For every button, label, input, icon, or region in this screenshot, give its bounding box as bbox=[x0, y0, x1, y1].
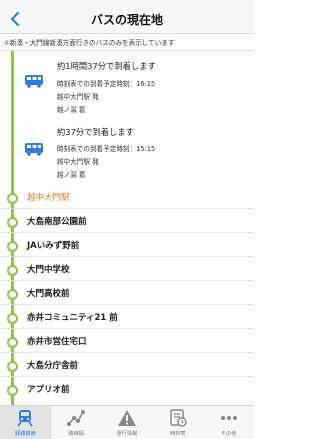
stop-name: 大門中学校 bbox=[27, 265, 70, 275]
navigation-bar: バスの現在地 bbox=[0, 4, 254, 34]
stop-marker bbox=[7, 289, 18, 300]
bus-scheduled-time: 時刻表での到着予定時刻：15:15 bbox=[57, 145, 156, 153]
bus-icon bbox=[25, 75, 43, 88]
bus-origin: 越中大門駅 発 bbox=[57, 158, 99, 166]
stop-name: 大島分庁舎前 bbox=[27, 361, 79, 371]
tab-bar: 経路検索 路線図 運行情報 時刻表 その他 bbox=[0, 405, 254, 439]
tab-label: 路線図 bbox=[68, 431, 84, 437]
stop-name: 大島南部公園前 bbox=[27, 217, 87, 227]
stop-marker bbox=[7, 361, 18, 372]
timetable-icon bbox=[170, 409, 187, 427]
stop-name: 赤井市営住宅口 bbox=[27, 337, 87, 347]
stop-marker bbox=[7, 337, 18, 348]
stop-item[interactable]: 赤井コミュニティ21 前 bbox=[0, 306, 254, 329]
tab-label: 経路検索 bbox=[15, 431, 36, 437]
bus-entry[interactable]: 約37分で到着します 時刻表での到着予定時刻：15:15 越中大門駅 発 越ノ潟… bbox=[0, 121, 254, 185]
stop-marker bbox=[7, 313, 18, 324]
tab-route-map[interactable]: 路線図 bbox=[51, 406, 102, 439]
stop-item[interactable]: JAいみず野前 bbox=[0, 234, 254, 257]
stop-marker bbox=[7, 193, 18, 204]
stop-marker bbox=[7, 385, 18, 396]
bus-icon bbox=[25, 143, 43, 156]
tab-service-info[interactable]: 運行情報 bbox=[102, 406, 153, 439]
tab-timetable[interactable]: 時刻表 bbox=[152, 406, 203, 439]
stop-name: JAいみず野前 bbox=[27, 241, 80, 251]
tab-label: その他 bbox=[220, 431, 237, 437]
tab-label: 運行情報 bbox=[116, 431, 138, 437]
bus-origin: 越中大門駅 発 bbox=[57, 93, 99, 101]
page-title: バスの現在地 bbox=[90, 13, 163, 27]
more-icon bbox=[220, 416, 237, 420]
stop-item[interactable]: 大門中学校 bbox=[0, 258, 254, 281]
bus-destination: 越ノ潟 着 bbox=[57, 106, 86, 114]
stop-item[interactable]: 大門高校前 bbox=[0, 282, 254, 305]
stop-item[interactable]: 大島南部公園前 bbox=[0, 210, 254, 233]
stop-item[interactable]: アプリオ前 bbox=[0, 378, 254, 401]
stop-marker bbox=[7, 217, 18, 228]
stop-marker bbox=[7, 241, 18, 252]
route-map-icon bbox=[67, 410, 86, 426]
tab-route-search[interactable]: 経路検索 bbox=[0, 406, 51, 439]
bus-arrival-text: 約37分で到着します bbox=[57, 127, 134, 137]
bus-arrival-text: 約1時間37分で到着します bbox=[57, 61, 156, 71]
notice-banner: ①新湊・大門線新湊方面行きのバスのみを表示しています bbox=[0, 35, 254, 51]
tab-label: 時刻表 bbox=[170, 431, 186, 437]
bus-destination: 越ノ潟 着 bbox=[57, 171, 86, 179]
bus-scheduled-time: 時刻表での到着予定時刻：16:15 bbox=[57, 80, 156, 88]
stop-item[interactable]: 赤井市営住宅口 bbox=[0, 330, 254, 353]
stop-item-current[interactable]: 越中大門駅 bbox=[0, 186, 254, 209]
stop-name: 赤井コミュニティ21 前 bbox=[27, 313, 118, 323]
train-icon bbox=[17, 410, 34, 427]
bus-entry[interactable]: 約1時間37分で到着します 時刻表での到着予定時刻：16:15 越中大門駅 発 … bbox=[0, 51, 254, 121]
tab-more[interactable]: その他 bbox=[203, 406, 254, 439]
stop-marker bbox=[7, 265, 18, 276]
stop-item[interactable]: 大島分庁舎前 bbox=[0, 354, 254, 377]
warning-icon bbox=[117, 410, 136, 426]
stop-name: 越中大門駅 bbox=[27, 193, 70, 203]
stop-name: アプリオ前 bbox=[27, 385, 70, 395]
stop-name: 大門高校前 bbox=[27, 289, 70, 299]
